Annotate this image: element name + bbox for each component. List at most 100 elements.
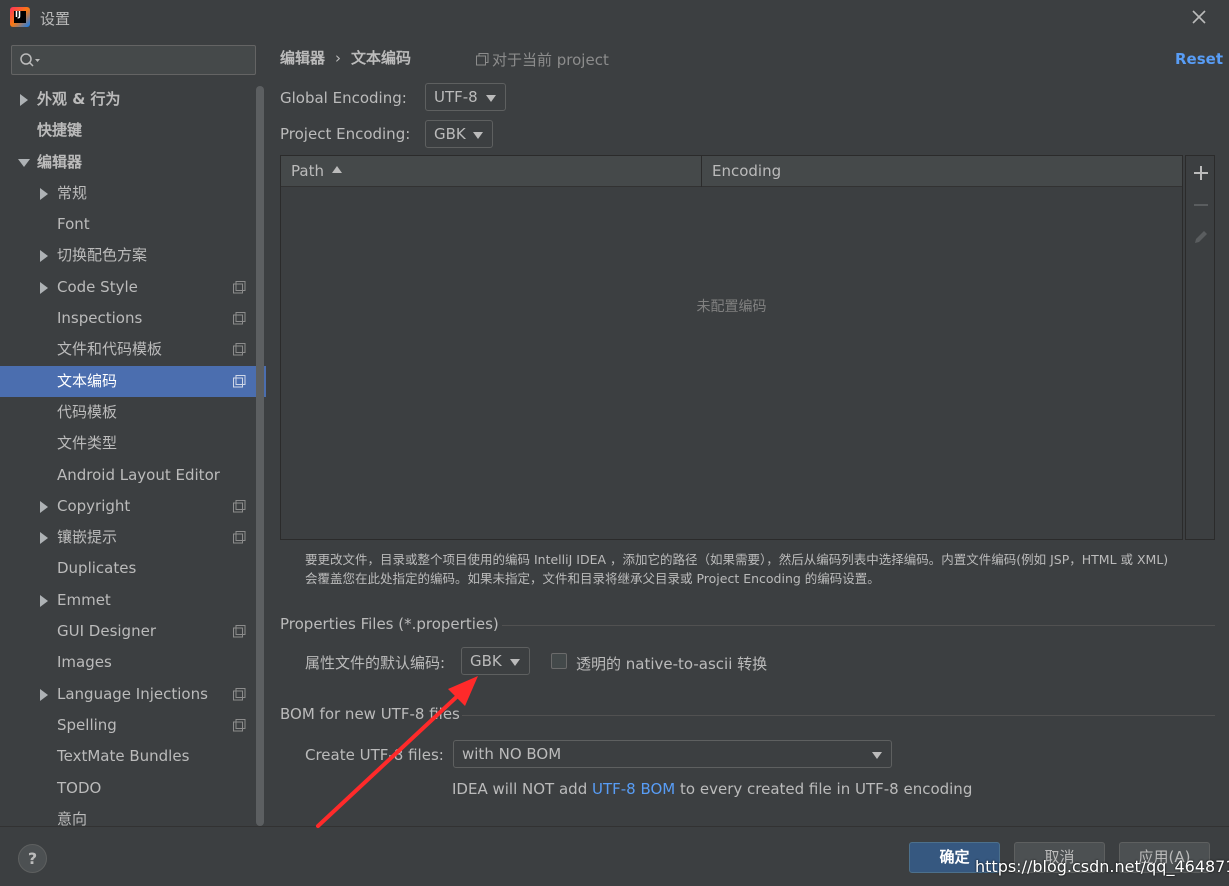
sidebar-item[interactable]: Images [0,647,266,678]
sidebar-item-label: Copyright [57,496,131,515]
breadcrumb-parent[interactable]: 编辑器 [280,49,325,67]
project-encoding-label: Project Encoding: [280,125,411,143]
sidebar-item-label: Font [57,215,90,234]
sidebar-item[interactable]: 切换配色方案 [0,240,266,272]
collapsed-arrow-icon[interactable] [38,240,50,272]
sidebar-item[interactable]: Code Style [0,271,266,303]
project-encoding-value: GBK [434,125,466,143]
edit-icon[interactable] [1192,228,1210,246]
sidebar-item[interactable]: 常规 [0,177,266,209]
sidebar-item-label: TextMate Bundles [57,747,190,766]
properties-encoding-select[interactable]: GBK [461,647,530,675]
project-scope-icon [233,718,246,732]
sidebar-item[interactable]: Copyright [0,490,266,522]
sidebar-item-label: 镶嵌提示 [57,528,118,547]
column-header-encoding[interactable]: Encoding [712,156,781,187]
help-line: 要更改文件，目录或整个项目使用的编码 IntelliJ IDEA ，添加它的路径… [305,552,1169,567]
sidebar-item[interactable]: 文件和代码模板 [0,334,266,365]
project-scope-icon [233,531,246,544]
sidebar-item[interactable]: Android Layout Editor [0,460,266,491]
project-scope-icon [233,625,246,638]
settings-search-input[interactable] [11,45,256,75]
remove-icon[interactable] [1192,196,1210,214]
sidebar-item-label: 常规 [57,183,88,202]
sidebar-item[interactable]: 镶嵌提示 [0,522,266,554]
sidebar-item[interactable]: TextMate Bundles [0,741,266,772]
native-to-ascii-checkbox[interactable] [551,653,567,669]
sidebar-item-label: Images [57,653,112,672]
column-divider[interactable] [701,156,702,187]
native-to-ascii-label[interactable]: 透明的 native-to-ascii 转换 [576,653,767,674]
path-encoding-table[interactable]: Path Encoding 未配置编码 [280,155,1183,540]
project-scope-icon [233,343,246,356]
sidebar-item[interactable]: 文本编码 [0,365,266,397]
sidebar-item-label: Duplicates [57,559,137,578]
sidebar-item[interactable]: Font [0,209,266,240]
add-icon[interactable] [1192,164,1210,182]
expanded-arrow-icon[interactable] [18,147,30,178]
sidebar-item-label: 快捷键 [37,121,83,140]
sidebar-item[interactable]: 意向 [0,804,266,826]
bom-info-text: IDEA will NOT add UTF-8 BOM to every cre… [452,780,972,798]
global-encoding-value: UTF-8 [434,88,478,106]
breadcrumb-separator: › [335,49,342,67]
sidebar-scrollbar[interactable] [256,86,264,826]
sidebar-item[interactable]: TODO [0,773,266,804]
breadcrumb: 编辑器 › 文本编码 [280,47,411,68]
sidebar-item-label: Emmet [57,590,111,609]
intellij-app-icon: IJ [10,7,30,27]
sidebar-item[interactable]: Duplicates [0,553,266,584]
project-encoding-select[interactable]: GBK [425,120,493,148]
project-scope-icon [476,53,489,66]
sidebar-item-label: 文件类型 [57,434,118,453]
sidebar-item-label: Spelling [57,715,117,734]
properties-section-title: Properties Files (*.properties) [280,615,499,633]
bom-info-prefix: IDEA will NOT add [452,780,592,798]
bom-mode-select[interactable]: with NO BOM [453,740,892,768]
project-scope-icon [233,687,246,701]
collapsed-arrow-icon[interactable] [38,490,50,522]
sidebar-item[interactable]: 外观 & 行为 [0,84,266,115]
sidebar-item-label: 切换配色方案 [57,246,148,265]
encoding-help-text: 要更改文件，目录或整个项目使用的编码 IntelliJ IDEA ，添加它的路径… [305,550,1215,588]
sidebar-item-label: Android Layout Editor [57,465,220,484]
bom-mode-value: with NO BOM [462,745,562,763]
column-header-path[interactable]: Path [291,156,342,187]
project-scope-icon [233,374,246,388]
sidebar-item-label: 代码模板 [57,402,118,421]
collapsed-arrow-icon[interactable] [38,584,50,616]
project-scope-icon [233,499,246,513]
search-icon [20,53,40,67]
project-scope-icon [233,312,246,325]
sidebar-item[interactable]: 编辑器 [0,147,266,178]
collapsed-arrow-icon[interactable] [38,678,50,710]
title-bar: IJ 设置 [0,0,1229,36]
section-divider [502,625,1215,626]
utf8-bom-link[interactable]: UTF-8 BOM [592,780,675,798]
sort-ascending-icon [331,166,342,173]
collapsed-arrow-icon[interactable] [18,84,30,115]
chevron-down-icon [872,752,882,759]
help-line: 会覆盖您在此处指定的编码。如果未指定，文件和目录将继承父目录或 Project … [305,571,880,586]
collapsed-arrow-icon[interactable] [38,522,50,554]
table-toolbar [1185,155,1215,540]
global-encoding-select[interactable]: UTF-8 [425,83,506,111]
window-title: 设置 [40,10,71,28]
sidebar-item-label: GUI Designer [57,622,156,641]
collapsed-arrow-icon[interactable] [38,177,50,209]
reset-link[interactable]: Reset [1175,50,1223,68]
bom-info-suffix: to every created file in UTF-8 encoding [675,780,973,798]
sidebar-item[interactable]: 代码模板 [0,397,266,428]
sidebar-item[interactable]: Emmet [0,584,266,616]
sidebar-item[interactable]: Language Injections [0,678,266,710]
sidebar-item[interactable]: 快捷键 [0,115,266,146]
sidebar-item[interactable]: Inspections [0,303,266,334]
sidebar-item[interactable]: Spelling [0,710,266,741]
sidebar-item-label: 外观 & 行为 [37,90,121,108]
sidebar-item[interactable]: 文件类型 [0,428,266,459]
collapsed-arrow-icon[interactable] [38,271,50,303]
close-icon[interactable] [1188,6,1210,28]
watermark-text: https://blog.csdn.net/qq_46487100 [975,857,1229,876]
help-button[interactable]: ? [18,844,47,873]
sidebar-item[interactable]: GUI Designer [0,616,266,647]
